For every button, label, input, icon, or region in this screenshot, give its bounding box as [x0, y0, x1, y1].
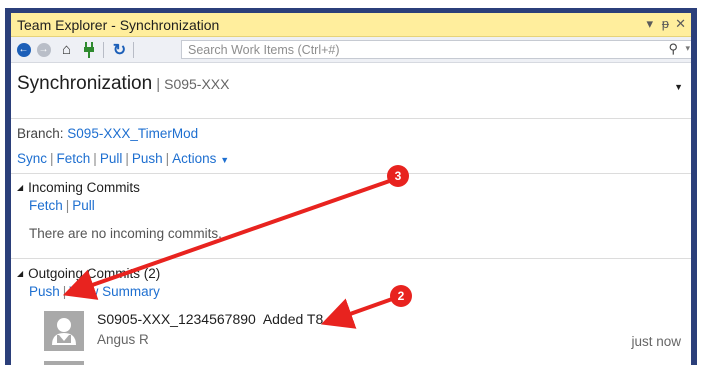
view-summary-link[interactable]: View Summary [69, 284, 160, 299]
search-input[interactable]: Search Work Items (Ctrl+#) ⚲ ▾ [181, 40, 691, 59]
next-commit-avatar [44, 361, 84, 365]
search-placeholder: Search Work Items (Ctrl+#) [188, 43, 340, 57]
header-dropdown-icon[interactable]: ▼ [674, 82, 683, 92]
commit-time: just now [631, 334, 681, 349]
pull-link[interactable]: Pull [100, 151, 123, 166]
action-links: Sync | Fetch | Pull | Push | Actions ▼ [17, 151, 230, 166]
incoming-fetch-link[interactable]: Fetch [29, 198, 63, 213]
window-menu-dropdown-icon[interactable]: ▾ [646, 16, 653, 32]
incoming-pull-link[interactable]: Pull [72, 198, 95, 213]
section-divider [11, 173, 691, 174]
outgoing-commits-header[interactable]: ◢ Outgoing Commits (2) [17, 266, 160, 281]
push-link[interactable]: Push [132, 151, 163, 166]
collapse-triangle-icon[interactable]: ◢ [17, 269, 23, 278]
actions-menu[interactable]: Actions ▼ [172, 151, 229, 166]
page-title-text: Synchronization [17, 73, 153, 94]
home-icon[interactable]: ⌂ [58, 41, 75, 58]
connect-plug-icon[interactable] [80, 41, 97, 58]
close-icon[interactable]: ✕ [675, 16, 686, 32]
branch-link[interactable]: S095-XXX_TimerMod [67, 126, 198, 141]
pin-icon[interactable]: ᵽ [662, 16, 669, 31]
section-divider-2 [11, 258, 691, 259]
forward-arrow-icon[interactable]: → [35, 41, 52, 58]
toolbar: ← → ⌂ ↻ Search Work Items (Ctrl+#) ⚲ ▾ [11, 37, 691, 63]
title-separator: | [156, 76, 161, 93]
search-dropdown-icon[interactable]: ▾ [685, 43, 690, 54]
sync-link[interactable]: Sync [17, 151, 47, 166]
incoming-links: Fetch | Pull [29, 198, 95, 213]
branch-label: Branch: [17, 126, 64, 141]
header-divider [11, 118, 691, 119]
commit-author: Angus R [97, 332, 149, 347]
incoming-empty-message: There are no incoming commits. [29, 226, 222, 241]
outgoing-links: Push | View Summary [29, 284, 160, 299]
incoming-commits-header[interactable]: ◢ Incoming Commits [17, 180, 140, 195]
branch-line: Branch: S095-XXX_TimerMod [17, 126, 198, 141]
window-title: Team Explorer - Synchronization [17, 17, 220, 33]
search-icon[interactable]: ⚲ [668, 41, 678, 57]
repository-context: S095-XXX [164, 76, 230, 92]
commit-message[interactable]: S0905-XXX_1234567890 Added T8 [97, 311, 323, 327]
collapse-triangle-icon[interactable]: ◢ [17, 183, 23, 192]
refresh-icon[interactable]: ↻ [111, 41, 128, 59]
avatar [44, 311, 84, 351]
fetch-link[interactable]: Fetch [57, 151, 91, 166]
actions-dropdown-icon: ▼ [220, 155, 230, 165]
page-header: Synchronization | S095-XXX ▼ [11, 64, 691, 119]
outgoing-push-link[interactable]: Push [29, 284, 60, 299]
team-explorer-window: Team Explorer - Synchronization ▾ ᵽ ✕ ← … [5, 8, 697, 365]
window-titlebar[interactable]: Team Explorer - Synchronization ▾ ᵽ ✕ [11, 13, 691, 37]
user-placeholder-icon [52, 318, 76, 345]
page-title: Synchronization | S095-XXX [17, 73, 229, 95]
back-arrow-icon[interactable]: ← [15, 41, 32, 58]
